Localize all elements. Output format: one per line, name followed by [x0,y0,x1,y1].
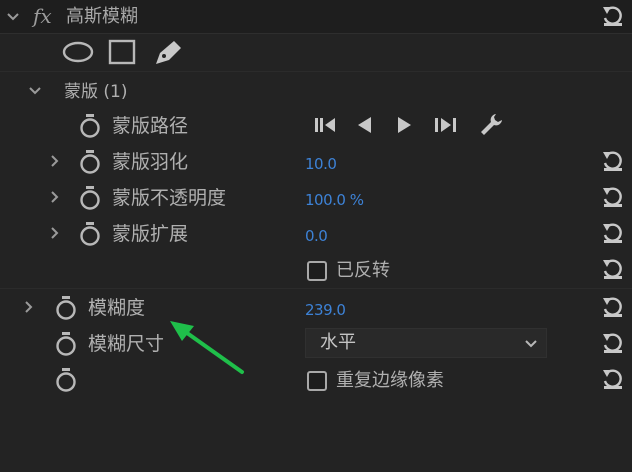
mask-title: 蒙版 (1) [64,82,128,102]
effect-name: 高斯模糊 [66,6,138,27]
repeat-edge-pixels-label: 重复边缘像素 [336,370,444,391]
rectangle-mask-icon[interactable] [108,39,136,65]
collapse-chevron-icon[interactable] [28,84,42,98]
reset-icon[interactable] [600,331,626,355]
reset-icon[interactable] [600,185,626,209]
mask-expansion-label: 蒙版扩展 [112,223,189,245]
mask-opacity-label: 蒙版不透明度 [112,187,227,209]
reset-icon[interactable] [600,149,626,173]
mask-feather-label: 蒙版羽化 [112,151,189,173]
mask-feather-row: 蒙版羽化 10.0 [0,144,632,180]
repeat-edge-pixels-row: 重复边缘像素 [0,362,632,398]
repeat-edge-pixels-checkbox[interactable] [307,371,327,391]
expand-chevron-icon[interactable] [48,226,62,240]
mask-opacity-row: 蒙版不透明度 100.0 % [0,180,632,216]
track-backward-icon[interactable] [312,114,338,136]
mask-expansion-row: 蒙版扩展 0.0 [0,216,632,252]
pen-mask-icon[interactable] [152,38,184,66]
reset-icon[interactable] [600,257,626,281]
mask-path-row: 蒙版路径 [0,108,632,144]
dropdown-selected-value: 水平 [320,332,356,353]
blur-dimensions-dropdown[interactable]: 水平 [305,328,547,358]
stopwatch-icon[interactable] [78,185,102,211]
expand-chevron-icon[interactable] [22,300,36,314]
collapse-chevron-icon[interactable] [6,10,20,24]
reset-icon[interactable] [600,367,626,391]
mask-tools-row [0,34,632,70]
expand-chevron-icon[interactable] [48,154,62,168]
stopwatch-icon[interactable] [78,113,102,139]
ellipse-mask-icon[interactable] [62,41,94,63]
blur-dimensions-label: 模糊尺寸 [88,333,165,355]
effect-controls-panel: fx 高斯模糊 蒙版 (1) 蒙版路径 蒙版羽化 10.0 蒙版不透明度 100… [0,0,632,472]
reset-icon[interactable] [600,4,626,28]
inverted-checkbox[interactable] [307,261,327,281]
blurriness-label: 模糊度 [88,297,146,319]
reset-icon[interactable] [600,221,626,245]
expand-chevron-icon[interactable] [48,190,62,204]
stopwatch-icon[interactable] [78,221,102,247]
stopwatch-icon[interactable] [78,149,102,175]
track-forward-one-frame-icon[interactable] [392,114,416,136]
mask-header-row[interactable]: 蒙版 (1) [0,76,632,112]
stopwatch-icon[interactable] [54,331,78,357]
annotation-arrow-icon [170,321,244,374]
inverted-label: 已反转 [336,260,390,281]
reset-icon[interactable] [600,295,626,319]
effect-header-row[interactable]: fx 高斯模糊 [0,0,632,34]
track-backward-one-frame-icon[interactable] [352,114,376,136]
mask-inverted-row: 已反转 [0,252,632,288]
divider [0,71,632,72]
chevron-down-icon [525,340,537,348]
stopwatch-icon[interactable] [54,295,78,321]
track-forward-icon[interactable] [432,114,460,136]
wrench-icon[interactable] [478,112,504,138]
mask-expansion-value[interactable]: 0.0 [305,225,328,247]
blurriness-value[interactable]: 239.0 [305,299,346,321]
mask-feather-value[interactable]: 10.0 [305,153,337,175]
blurriness-row: 模糊度 239.0 [0,290,632,326]
mask-opacity-value[interactable]: 100.0 % [305,189,364,211]
fx-icon[interactable]: fx [33,5,52,27]
divider [0,288,632,289]
mask-path-label: 蒙版路径 [112,115,189,137]
stopwatch-icon[interactable] [54,367,78,393]
